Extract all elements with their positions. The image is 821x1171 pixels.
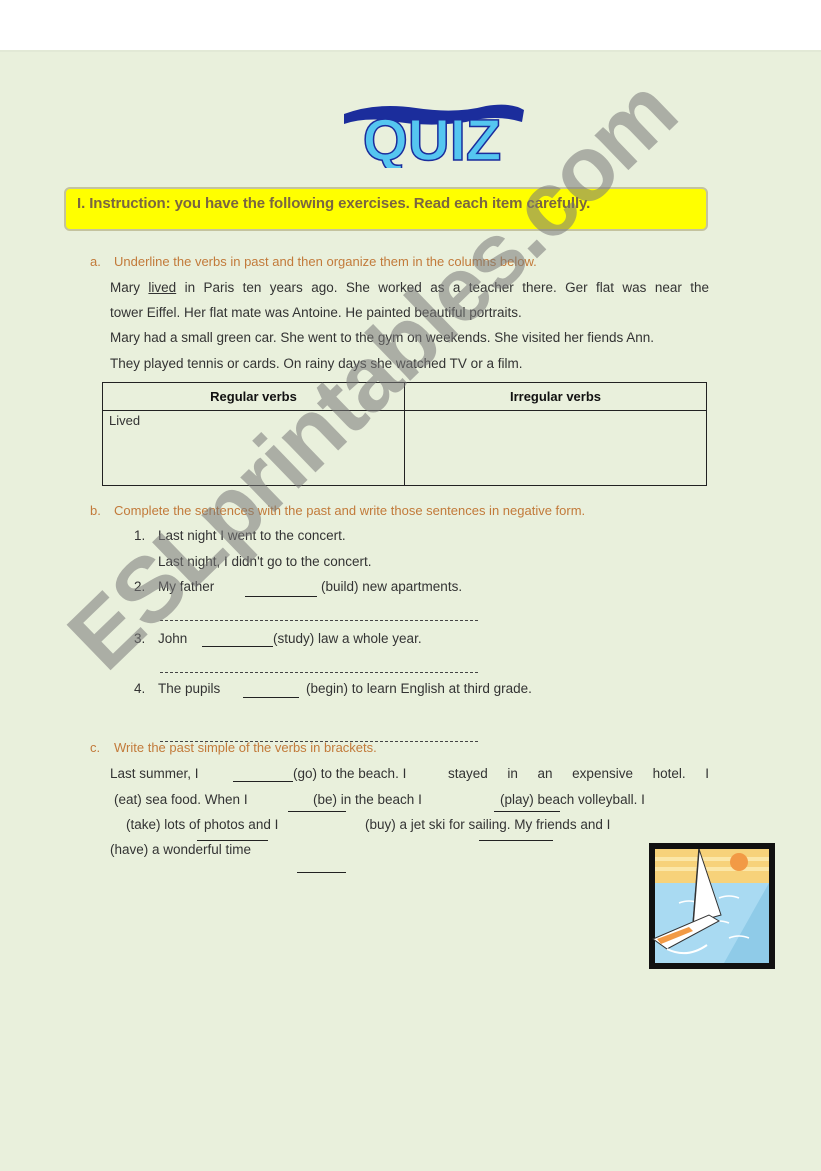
underlined-verb-lived: lived <box>148 280 177 295</box>
c-line3-b: (buy) a jet ski for sailing. My friends … <box>365 817 611 832</box>
item-3-pre: John <box>158 631 188 646</box>
item-4-post: (begin) to learn English at third grade. <box>306 681 532 696</box>
section-b-label: b. <box>90 503 101 518</box>
item-3-number: 3. <box>134 631 146 646</box>
quiz-title-text: QUIZ <box>363 108 502 168</box>
item-1-number: 1. <box>134 528 146 543</box>
item-2-pre: My father <box>158 579 215 594</box>
item-1-text: Last night I went to the concert. <box>158 528 346 543</box>
item-1-answer: Last night, I didn't go to the concert. <box>158 554 372 569</box>
paragraph-line-1: Mary lived in Paris ten years ago. She w… <box>110 280 709 295</box>
item-4-number: 4. <box>134 681 146 696</box>
item-4-blank[interactable] <box>243 697 299 698</box>
section-c-text: Write the past simple of the verbs in br… <box>114 740 377 755</box>
item-4-pre: The pupils <box>158 681 221 696</box>
blank-go[interactable] <box>233 781 293 782</box>
header-irregular-verbs: Irregular verbs <box>404 382 707 411</box>
blank-play[interactable] <box>494 811 560 812</box>
c-line1-a: Last summer, I <box>110 766 199 781</box>
item-2-blank[interactable] <box>245 596 317 597</box>
section-a-label: a. <box>90 254 101 269</box>
section-b-heading: b. Complete the sentences with the past a… <box>90 503 585 518</box>
item-3-blank[interactable] <box>202 646 273 647</box>
regular-verbs-cell[interactable]: Lived <box>102 410 405 486</box>
c-line2-b: (be) in the beach I <box>313 792 422 807</box>
c-line1-c: stayed in an expensive hotel. I <box>448 766 709 781</box>
table-row: Lived <box>102 410 707 486</box>
item-2-answer-line[interactable] <box>160 620 478 621</box>
header-regular-verbs: Regular verbs <box>102 382 405 411</box>
section-a-heading: a. Underline the verbs in past and then o… <box>90 254 537 269</box>
paragraph-line-4: They played tennis or cards. On rainy da… <box>110 356 523 371</box>
line1-post: in Paris ten years ago. She worked as a … <box>176 280 710 295</box>
table-header-row: Regular verbs Irregular verbs <box>102 382 707 411</box>
paragraph-line-2: tower Eiffel. Her flat mate was Antoine.… <box>110 305 522 320</box>
section-b-text: Complete the sentences with the past and… <box>114 503 586 518</box>
paragraph-line-3: Mary had a small green car. She went to … <box>110 330 655 345</box>
irregular-verbs-cell[interactable] <box>404 410 707 486</box>
item-2-post: (build) new apartments. <box>321 579 463 594</box>
blank-be[interactable] <box>288 811 346 812</box>
blank-have[interactable] <box>297 872 346 873</box>
item-3-post: (study) law a whole year. <box>273 631 422 646</box>
blank-buy[interactable] <box>479 840 553 841</box>
blank-take[interactable] <box>197 840 268 841</box>
instruction-text: I. Instruction: you have the following e… <box>77 195 591 212</box>
item-2-number: 2. <box>134 579 146 594</box>
verbs-table: Regular verbs Irregular verbs Lived <box>102 382 707 486</box>
c-line2-c: (play) beach volleyball. I <box>500 792 645 807</box>
line1-pre: Mary <box>110 280 149 295</box>
sailboat-icon <box>649 843 775 969</box>
quiz-title-art: QUIZ <box>344 104 524 168</box>
c-line4: (have) a wonderful time <box>110 842 252 857</box>
item-3-answer-line[interactable] <box>160 672 478 673</box>
section-c-label: c. <box>90 740 101 755</box>
section-c-heading: c. Write the past simple of the verbs in … <box>90 740 377 755</box>
c-line1-b: (go) to the beach. I <box>293 766 407 781</box>
section-a-text: Underline the verbs in past and then org… <box>114 254 537 269</box>
c-line2-a: (eat) sea food. When I <box>114 792 248 807</box>
c-line3-a: (take) lots of photos and I <box>126 817 279 832</box>
